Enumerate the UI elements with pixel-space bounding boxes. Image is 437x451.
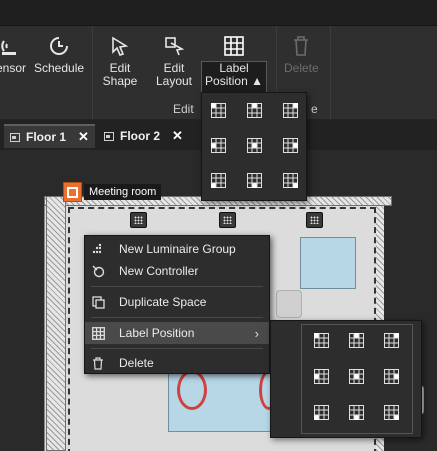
sensor-button[interactable]: ensor bbox=[0, 34, 26, 75]
menu-item-label: New Controller bbox=[119, 264, 199, 278]
luminaire-icon[interactable] bbox=[219, 212, 236, 228]
chevron-right-icon: › bbox=[254, 325, 259, 341]
label-position-submenu bbox=[270, 320, 422, 438]
tab-floor-2[interactable]: Floor 2 ✕ bbox=[98, 124, 189, 148]
group-label-edit: Edit bbox=[173, 102, 194, 116]
label-position-icon bbox=[222, 34, 246, 58]
chair bbox=[177, 370, 207, 410]
luminaire-icon[interactable] bbox=[306, 212, 323, 228]
label-position-bottom-center-icon[interactable] bbox=[247, 173, 262, 188]
group-label-e: e bbox=[311, 102, 318, 116]
schedule-label: Schedule bbox=[34, 61, 85, 75]
label-position-top-center-icon[interactable] bbox=[349, 333, 364, 348]
edit-shape-icon bbox=[108, 34, 132, 58]
menu-separator bbox=[91, 317, 263, 318]
label-position-top-left-icon[interactable] bbox=[211, 103, 226, 118]
close-icon[interactable]: ✕ bbox=[172, 128, 183, 144]
trash-icon bbox=[91, 356, 105, 370]
label-position-bottom-center-icon[interactable] bbox=[349, 405, 364, 420]
edit-shape-button[interactable]: Edit Shape bbox=[102, 34, 138, 88]
luminaire-icon[interactable] bbox=[130, 212, 147, 228]
menu-item-duplicate-space[interactable]: Duplicate Space bbox=[85, 291, 269, 313]
menu-item-delete[interactable]: Delete bbox=[85, 352, 269, 374]
menu-item-label-position[interactable]: Label Position › bbox=[85, 322, 269, 344]
chair bbox=[276, 290, 302, 318]
room-label-tag[interactable]: Meeting room bbox=[63, 182, 162, 202]
menu-item-new-luminaire-group[interactable]: New Luminaire Group bbox=[85, 238, 269, 260]
label-position-bottom-left-icon[interactable] bbox=[314, 405, 329, 420]
menu-item-label: New Luminaire Group bbox=[119, 242, 236, 256]
delete-button[interactable]: Delete bbox=[284, 34, 319, 75]
tab-label: Floor 1 bbox=[26, 130, 67, 144]
schedule-button[interactable]: Schedule bbox=[34, 34, 84, 75]
context-menu: New Luminaire Group New Controller Dupli… bbox=[84, 235, 270, 374]
menu-separator bbox=[91, 286, 263, 287]
ribbon-divider bbox=[92, 26, 93, 120]
label-position-top-center-icon[interactable] bbox=[247, 103, 262, 118]
label-position-middle-left-icon[interactable] bbox=[314, 369, 329, 384]
ribbon-divider bbox=[330, 26, 331, 120]
menu-item-label: Delete bbox=[119, 356, 154, 370]
label-position-top-left-icon[interactable] bbox=[314, 333, 329, 348]
menu-item-new-controller[interactable]: New Controller bbox=[85, 260, 269, 282]
edit-shape-label: Edit Shape bbox=[102, 61, 138, 88]
table bbox=[300, 237, 356, 289]
clock-icon bbox=[47, 34, 71, 58]
edit-layout-label: Edit Layout bbox=[155, 61, 193, 88]
label-position-middle-left-icon[interactable] bbox=[211, 138, 226, 153]
label-position-bottom-right-icon[interactable] bbox=[283, 173, 298, 188]
label-position-bottom-right-icon[interactable] bbox=[384, 405, 399, 420]
tab-label: Floor 2 bbox=[120, 129, 161, 143]
floor-icon bbox=[10, 132, 20, 142]
edit-layout-icon bbox=[162, 34, 186, 58]
room-icon bbox=[63, 182, 82, 202]
menu-item-label: Duplicate Space bbox=[119, 295, 207, 309]
label-position-label: Label Position ▲ bbox=[205, 61, 263, 88]
label-position-bottom-left-icon[interactable] bbox=[211, 173, 226, 188]
sensor-icon bbox=[0, 34, 23, 58]
controller-icon bbox=[91, 264, 105, 278]
menu-separator bbox=[91, 348, 263, 349]
label-position-middle-center-icon[interactable] bbox=[349, 369, 364, 384]
label-position-icon bbox=[91, 326, 105, 340]
tab-floor-1[interactable]: Floor 1 ✕ bbox=[4, 124, 95, 148]
wall bbox=[46, 196, 66, 451]
close-icon[interactable]: ✕ bbox=[78, 129, 89, 145]
window-titlebar bbox=[0, 0, 437, 26]
label-position-dropdown bbox=[201, 92, 307, 201]
sensor-label: ensor bbox=[0, 61, 27, 75]
label-position-top-right-icon[interactable] bbox=[283, 103, 298, 118]
label-position-middle-center-icon[interactable] bbox=[247, 138, 262, 153]
edit-layout-button[interactable]: Edit Layout bbox=[154, 34, 194, 88]
label-position-top-right-icon[interactable] bbox=[384, 333, 399, 348]
room-name: Meeting room bbox=[84, 184, 162, 200]
trash-icon bbox=[289, 34, 313, 58]
luminaire-group-icon bbox=[91, 242, 105, 256]
menu-item-label: Label Position bbox=[119, 326, 195, 340]
duplicate-icon bbox=[91, 295, 105, 309]
label-position-middle-right-icon[interactable] bbox=[384, 369, 399, 384]
label-position-middle-right-icon[interactable] bbox=[283, 138, 298, 153]
floor-icon bbox=[104, 131, 114, 141]
label-position-button[interactable]: Label Position ▲ bbox=[203, 34, 265, 88]
delete-label: Delete bbox=[284, 61, 319, 75]
